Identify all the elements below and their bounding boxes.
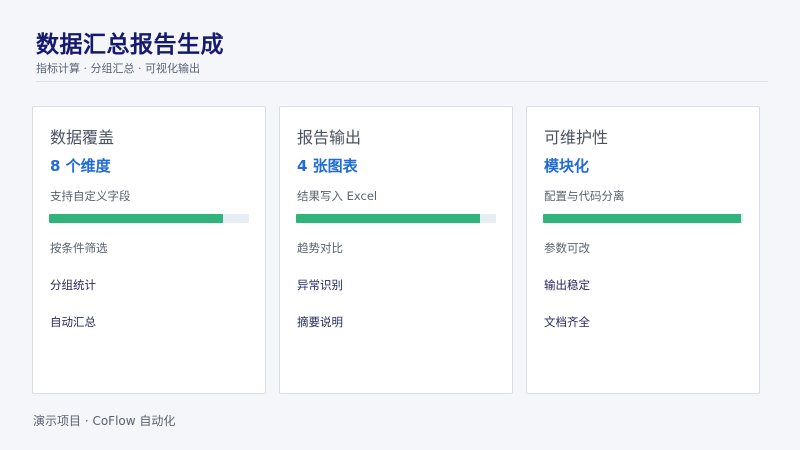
card-data-coverage: 数据覆盖 8 个维度 支持自定义字段 按条件筛选 分组统计 自动汇总 — [32, 106, 266, 394]
card-item: 文档齐全 — [544, 315, 590, 329]
card-item: 输出稳定 — [544, 278, 590, 292]
card-report-output: 报告输出 4 张图表 结果写入 Excel 趋势对比 异常识别 摘要说明 — [279, 106, 513, 394]
card-item: 摘要说明 — [297, 315, 343, 329]
page-subtitle: 指标计算 · 分组汇总 · 可视化输出 — [36, 62, 200, 75]
card-description: 配置与代码分离 — [544, 189, 625, 203]
progress-fill — [543, 214, 741, 223]
card-description: 支持自定义字段 — [50, 189, 131, 203]
card-metric: 4 张图表 — [297, 157, 358, 175]
card-item: 自动汇总 — [50, 315, 96, 329]
card-item: 参数可改 — [544, 241, 590, 255]
card-item: 趋势对比 — [297, 241, 343, 255]
card-maintainability: 可维护性 模块化 配置与代码分离 参数可改 输出稳定 文档齐全 — [526, 106, 760, 394]
footer-note: 演示项目 · CoFlow 自动化 — [33, 414, 176, 428]
header-divider — [36, 81, 768, 82]
card-title: 报告输出 — [297, 128, 362, 147]
card-item: 异常识别 — [297, 278, 343, 292]
progress-bar — [543, 214, 743, 223]
card-title: 可维护性 — [544, 128, 609, 147]
card-title: 数据覆盖 — [50, 128, 115, 147]
progress-fill — [49, 214, 223, 223]
progress-bar — [49, 214, 249, 223]
feature-cards: 数据覆盖 8 个维度 支持自定义字段 按条件筛选 分组统计 自动汇总 报告输出 … — [32, 106, 760, 394]
progress-fill — [296, 214, 480, 223]
card-metric: 模块化 — [544, 157, 590, 175]
card-description: 结果写入 Excel — [297, 189, 378, 203]
page-header: 数据汇总报告生成 指标计算 · 分组汇总 · 可视化输出 — [36, 30, 768, 77]
card-item: 分组统计 — [50, 278, 96, 292]
page-title: 数据汇总报告生成 — [36, 32, 224, 58]
card-item: 按条件筛选 — [50, 241, 108, 255]
progress-bar — [296, 214, 496, 223]
card-metric: 8 个维度 — [50, 157, 111, 175]
